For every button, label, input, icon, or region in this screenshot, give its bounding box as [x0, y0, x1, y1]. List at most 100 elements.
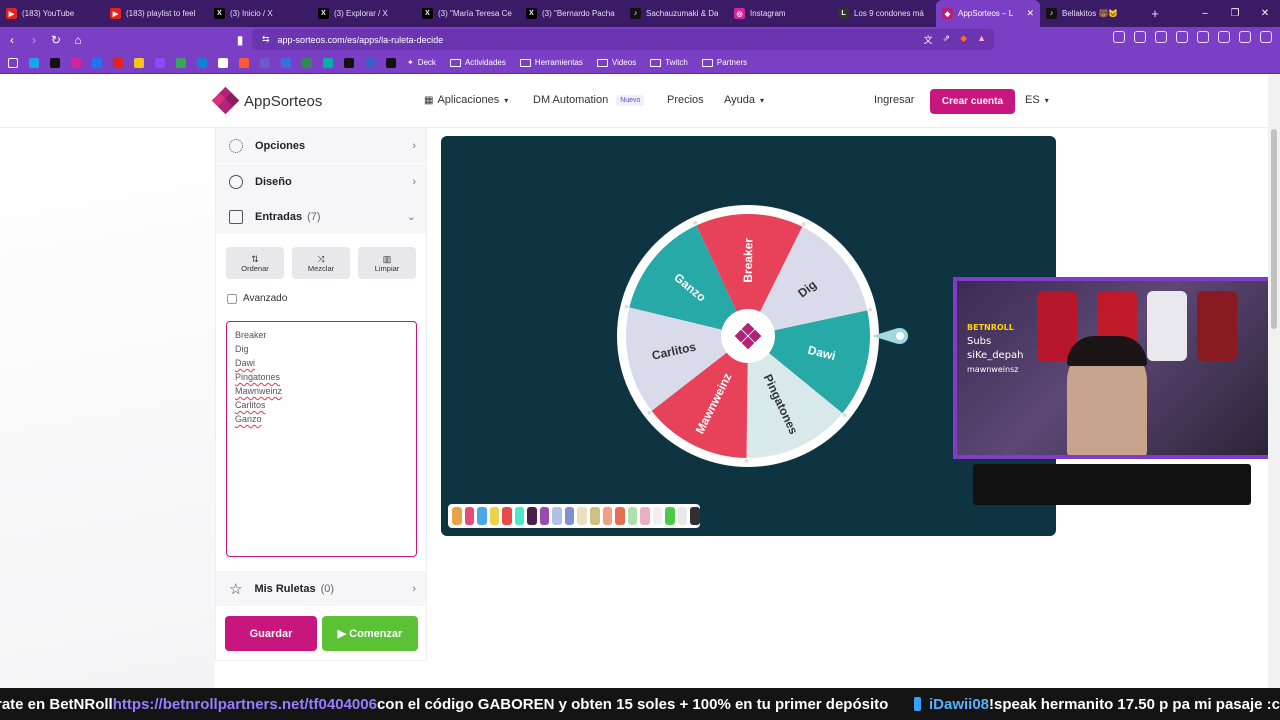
browser-tab[interactable]: X (3) Inicio / X: [208, 0, 312, 27]
palette-swatch[interactable]: [502, 507, 512, 525]
browser-tab[interactable]: ▶ (183) playlist to feel: [104, 0, 208, 27]
maximize-button[interactable]: ❐: [1220, 8, 1250, 19]
bookmark-favicon[interactable]: [218, 57, 228, 68]
close-tab-icon[interactable]: ✕: [1022, 8, 1034, 19]
bookmark-favicon[interactable]: [29, 57, 39, 68]
palette-swatch[interactable]: [665, 507, 675, 525]
section-mis-ruletas[interactable]: ☆ Mis Ruletas (0) ›: [216, 571, 426, 606]
extension-icon[interactable]: [1197, 31, 1209, 43]
nav-ayuda[interactable]: Ayuda ▾: [724, 94, 764, 106]
nav-precios[interactable]: Precios: [667, 94, 704, 106]
palette-swatch[interactable]: [590, 507, 600, 525]
bookmark-favicon[interactable]: [92, 57, 102, 68]
bookmark-favicon[interactable]: [134, 57, 144, 68]
close-window-button[interactable]: ✕: [1250, 8, 1280, 19]
browser-tab[interactable]: X (3) Explorar / X: [312, 0, 416, 27]
browser-tab[interactable]: ♪ Bellakitos 🐻🐱: [1040, 0, 1144, 27]
share-icon[interactable]: ⇗: [943, 33, 951, 46]
palette-swatch[interactable]: [527, 507, 537, 525]
palette-swatch[interactable]: [477, 507, 487, 525]
palette-swatch[interactable]: [640, 507, 650, 525]
bookmark-folder-actividades[interactable]: Actividades: [449, 58, 506, 67]
browser-tab[interactable]: ◆ AppSorteos – L ✕: [936, 0, 1040, 27]
bookmark-favicon[interactable]: [260, 57, 270, 68]
start-button[interactable]: ▶ Comenzar: [322, 616, 418, 651]
bookmark-folder-herramientas[interactable]: Herramientas: [519, 58, 583, 67]
palette-swatch[interactable]: [539, 507, 550, 525]
language-selector[interactable]: ES ▾: [1025, 94, 1049, 106]
bookmark-favicon[interactable]: [50, 57, 60, 68]
extension-icon[interactable]: [1134, 31, 1146, 43]
browser-tab[interactable]: ▶ (183) YouTube: [0, 0, 104, 27]
bookmark-folder-twitch[interactable]: Twitch: [650, 58, 688, 67]
shuffle-button[interactable]: ⤨ Mezclar: [292, 247, 350, 279]
wheel-center[interactable]: [721, 309, 775, 363]
palette-swatch[interactable]: [452, 507, 462, 525]
signup-button[interactable]: Crear cuenta: [930, 89, 1015, 114]
extension-icon[interactable]: [1176, 31, 1188, 43]
scrollbar-thumb[interactable]: [1271, 129, 1277, 329]
palette-swatch[interactable]: [627, 507, 638, 525]
reload-icon[interactable]: ↻: [46, 33, 66, 47]
extension-icon[interactable]: [1239, 31, 1251, 43]
bookmark-favicon[interactable]: [323, 57, 333, 68]
bookmark-icon[interactable]: ▮: [230, 33, 250, 47]
advanced-toggle[interactable]: Avanzado: [227, 293, 287, 304]
extension-icon[interactable]: [1260, 31, 1272, 43]
browser-tab[interactable]: X (3) "María Teresa Ce: [416, 0, 520, 27]
section-entradas[interactable]: Entradas (7) ⌄: [216, 199, 426, 234]
login-link[interactable]: Ingresar: [874, 94, 914, 106]
minimize-button[interactable]: –: [1190, 8, 1220, 19]
bookmark-folder-partners[interactable]: Partners: [701, 58, 747, 67]
entries-textarea[interactable]: Breaker Dig Dawi Pingatones Mawnweinz Carlito…: [226, 321, 417, 557]
bookmark-favicon[interactable]: [344, 57, 354, 68]
bookmark-favicon[interactable]: [281, 57, 291, 68]
bookmark-favicon[interactable]: [302, 57, 312, 68]
palette-swatch[interactable]: [690, 507, 700, 525]
extension-icon[interactable]: [1218, 31, 1230, 43]
save-button[interactable]: Guardar: [225, 616, 317, 651]
apps-grid-icon[interactable]: [8, 57, 18, 68]
section-diseno[interactable]: Diseño ›: [216, 164, 426, 199]
bookmark-favicon[interactable]: [197, 57, 207, 68]
page-scrollbar[interactable]: [1268, 75, 1280, 688]
advanced-checkbox[interactable]: [227, 293, 237, 304]
browser-tab[interactable]: L Los 9 condones má: [832, 0, 936, 27]
bookmark-folder-videos[interactable]: Videos: [596, 58, 636, 67]
site-logo[interactable]: AppSorteos: [211, 86, 322, 115]
back-icon[interactable]: ‹: [2, 33, 22, 47]
bookmark-favicon[interactable]: [365, 57, 375, 68]
site-info-icon[interactable]: ⇆: [262, 34, 270, 45]
palette-swatch[interactable]: [514, 507, 525, 525]
sort-button[interactable]: ⇅ Ordenar: [226, 247, 284, 279]
new-tab-button[interactable]: +: [1144, 6, 1166, 21]
nav-dm-automation[interactable]: DM Automation Nuevo: [533, 94, 645, 106]
palette-swatch[interactable]: [489, 507, 500, 525]
warning-icon[interactable]: ▲: [977, 33, 986, 46]
browser-tab[interactable]: ♪ Sachauzumaki & Da: [624, 0, 728, 27]
forward-icon[interactable]: ›: [24, 33, 44, 47]
brave-shield-icon[interactable]: ◆: [960, 33, 967, 46]
section-opciones[interactable]: Opciones ›: [216, 128, 426, 163]
bookmark-favicon[interactable]: [176, 57, 186, 68]
browser-tab[interactable]: ◎ Instagram: [728, 0, 832, 27]
bookmark-favicon[interactable]: [71, 57, 81, 68]
palette-swatch[interactable]: [615, 507, 625, 525]
bookmark-favicon[interactable]: [386, 57, 396, 68]
extension-icon[interactable]: [1155, 31, 1167, 43]
home-icon[interactable]: ⌂: [68, 33, 88, 47]
bookmark-favicon[interactable]: [113, 57, 123, 68]
nav-aplicaciones[interactable]: ▦ Aplicaciones ▾: [424, 94, 508, 106]
extension-icon[interactable]: [1113, 31, 1125, 43]
clear-button[interactable]: ▥ Limpiar: [358, 247, 416, 279]
translate-icon[interactable]: 文: [924, 33, 933, 46]
palette-swatch[interactable]: [652, 507, 663, 525]
palette-swatch[interactable]: [677, 507, 688, 525]
palette-swatch[interactable]: [577, 507, 588, 525]
palette-swatch[interactable]: [552, 507, 562, 525]
bookmark-deck[interactable]: ✦ Deck: [407, 58, 436, 67]
palette-swatch[interactable]: [564, 507, 575, 525]
palette-swatch[interactable]: [602, 507, 613, 525]
browser-tab[interactable]: X (3) "Bernardo Pacha: [520, 0, 624, 27]
bookmark-favicon[interactable]: [239, 57, 249, 68]
